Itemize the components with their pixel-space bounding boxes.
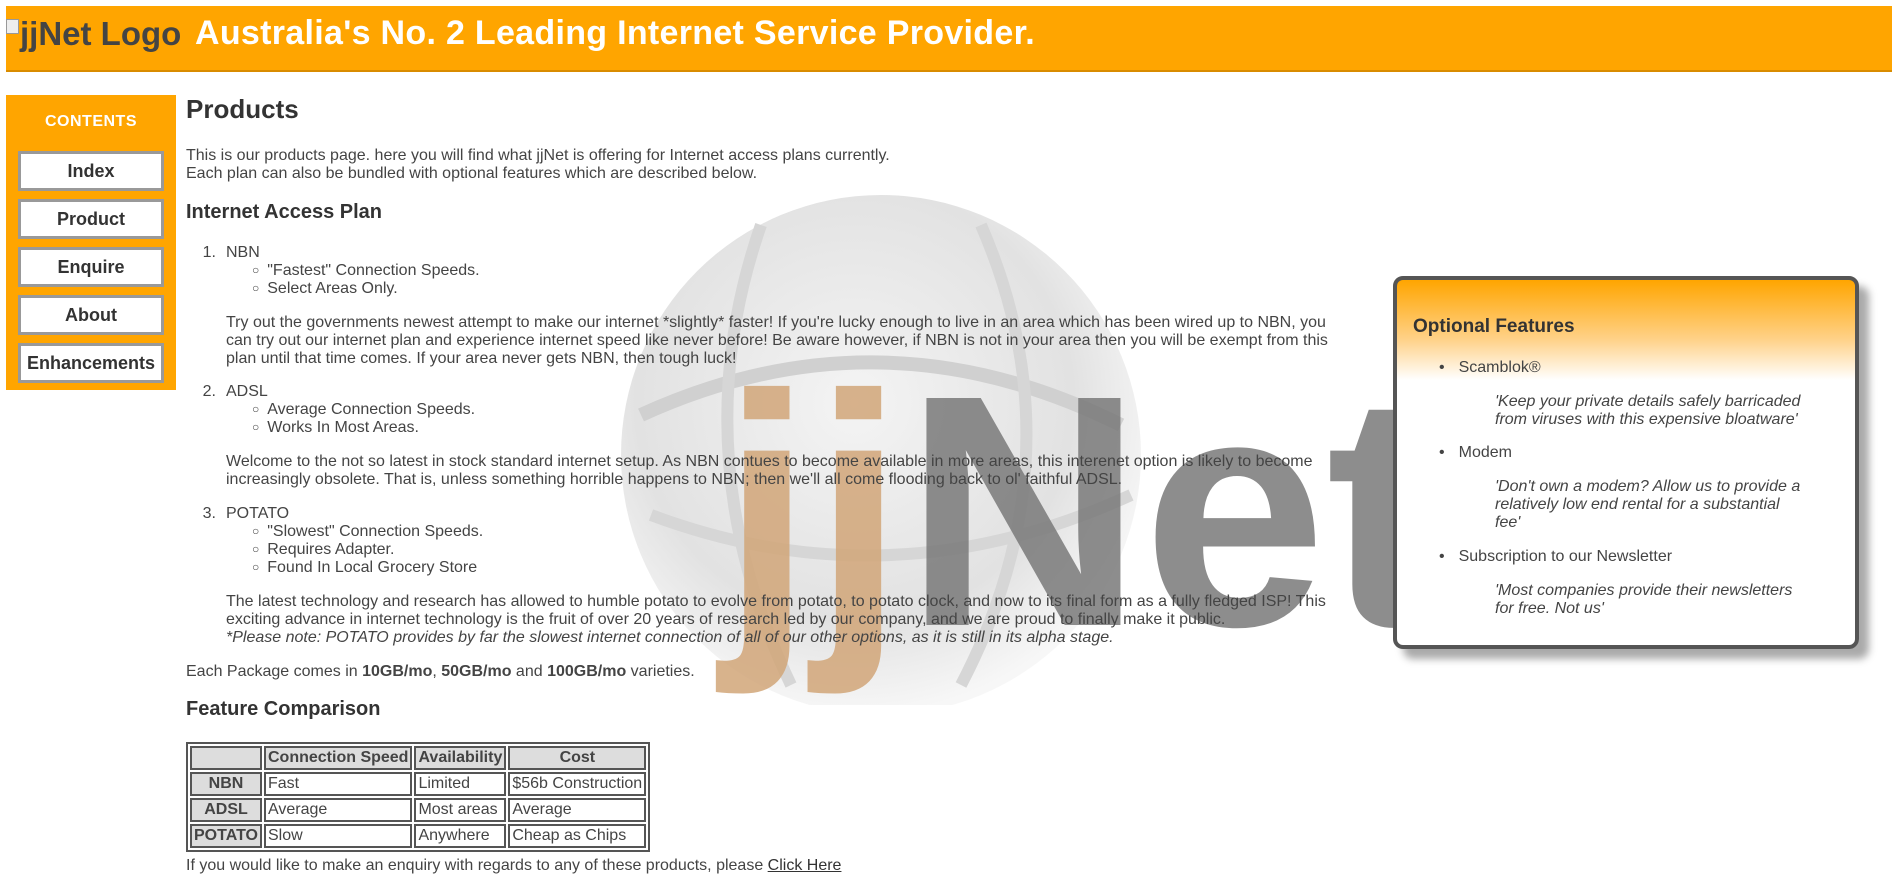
plan-number: 1. [202,244,216,261]
table-header-cell [190,746,262,770]
table-cell: $56b Construction [508,772,647,796]
table-row-header: NBN [190,772,262,796]
table-cell: Fast [264,772,413,796]
intro-line-2: Each plan can also be bundled with optio… [186,165,758,182]
site-logo[interactable]: jjNet Logo [6,15,181,53]
optional-features-panel: Optional Features Scamblok® 'Keep your p… [1393,276,1859,649]
package-sizes: Each Package comes in 10GB/mo, 50GB/mo a… [186,663,695,680]
table-row: ADSL Average Most areas Average [190,798,647,822]
plan-name-nbn: NBN [226,244,260,261]
comparison-heading: Feature Comparison [186,698,381,720]
page-title: Products [186,94,299,124]
feature-comparison-table: Connection Speed Availability Cost NBN F… [186,742,651,852]
table-cell: Limited [414,772,507,796]
table-row: POTATO Slow Anywhere Cheap as Chips [190,824,647,848]
feature-quote: 'Keep your private details safely barric… [1495,393,1801,428]
intro-line-1: This is our products page. here you will… [186,147,890,164]
table-cell: Most areas [414,798,507,822]
plan-name-potato: POTATO [226,505,290,522]
enquiry-link[interactable]: Click Here [768,857,842,874]
table-cell: Average [508,798,647,822]
potato-note: *Please note: POTATO provides by far the… [226,629,1114,646]
feature-item-scamblok: Scamblok® [1439,359,1541,377]
plan-description-potato: The latest technology and research has a… [226,593,1326,628]
main-content: jjNet Products This is our products page… [186,0,1436,874]
table-cell: Anywhere [414,824,507,848]
sidebar-title: CONTENTS [45,113,137,130]
nav-product-button[interactable]: Product [18,199,164,239]
feature-item-modem: Modem [1439,444,1512,462]
nav-index-button[interactable]: Index [18,151,164,191]
plan-name-adsl: ADSL [226,383,268,400]
table-row-header: ADSL [190,798,262,822]
plan-feature: Select Areas Only. [252,280,397,298]
table-header-row: Connection Speed Availability Cost [190,746,647,770]
table-cell: Cheap as Chips [508,824,647,848]
plans-heading: Internet Access Plan [186,201,383,223]
feature-item-newsletter: Subscription to our Newsletter [1439,548,1672,566]
sidebar-nav: CONTENTS Index Product Enquire About Enh… [6,95,176,390]
plan-feature: "Fastest" Connection Speeds. [252,262,479,280]
plan-description-nbn: Try out the governments newest attempt t… [226,314,1328,367]
table-cell: Slow [264,824,413,848]
feature-quote: 'Most companies provide their newsletter… [1495,582,1793,617]
table-row-header: POTATO [190,824,262,848]
table-header-cell: Cost [508,746,647,770]
plan-feature: Found In Local Grocery Store [252,559,477,577]
plan-feature: Works In Most Areas. [252,419,419,437]
plan-feature: Requires Adapter. [252,541,394,559]
broken-image-icon [6,19,19,34]
plan-feature: "Slowest" Connection Speeds. [252,523,483,541]
plan-number: 3. [202,505,216,522]
feature-quote: 'Don't own a modem? Allow us to provide … [1495,478,1801,531]
table-row: NBN Fast Limited $56b Construction [190,772,647,796]
optional-features-title: Optional Features [1413,316,1575,337]
nav-enquire-button[interactable]: Enquire [18,247,164,287]
nav-about-button[interactable]: About [18,295,164,335]
plan-number: 2. [202,383,216,400]
enquiry-line: If you would like to make an enquiry wit… [186,857,842,874]
table-header-cell: Connection Speed [264,746,413,770]
nav-enhancements-button[interactable]: Enhancements [18,343,164,383]
table-cell: Average [264,798,413,822]
table-header-cell: Availability [414,746,507,770]
plan-description-adsl: Welcome to the not so latest in stock st… [226,453,1313,488]
plan-feature: Average Connection Speeds. [252,401,475,419]
logo-alt-text: jjNet Logo [20,15,182,52]
